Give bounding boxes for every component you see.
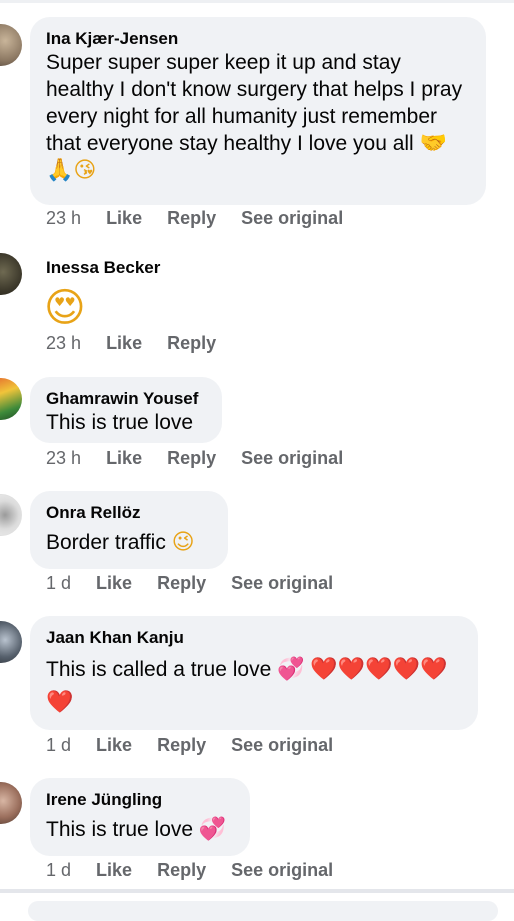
like-button[interactable]: Like [96,860,132,880]
see-original-button[interactable]: See original [231,735,333,755]
comment-bubble: Jaan Khan Kanju This is called a true lo… [30,616,478,730]
comment-author[interactable]: Jaan Khan Kanju [46,627,462,648]
next-comment-bubble [28,901,498,921]
comment-text: This is called a true love 💞 ❤️❤️❤️❤️❤️ [46,657,448,682]
comment-time: 1 d [46,735,72,755]
avatar[interactable] [0,782,22,824]
see-original-button[interactable]: See original [231,860,333,880]
comment-author[interactable]: Ghamrawin Yousef [46,388,206,409]
like-button[interactable]: Like [96,573,132,593]
like-button[interactable]: Like [106,208,142,228]
avatar[interactable] [0,24,22,66]
smiling-face-heart-eyes-emoji: 😍 [44,285,86,331]
reply-button[interactable]: Reply [167,333,216,353]
winking-face-emoji: 😉 [171,530,195,555]
top-divider [0,0,514,3]
reply-button[interactable]: Reply [167,448,216,468]
like-button[interactable]: Like [96,735,132,755]
comment-author[interactable]: Ina Kjær-Jensen [46,28,470,49]
like-button[interactable]: Like [106,448,142,468]
comment-bubble: Irene Jüngling This is true love 💞 [30,778,250,856]
reply-button[interactable]: Reply [157,573,206,593]
comment-actions: 1 d Like Reply See original [46,573,353,594]
comment-author[interactable]: Inessa Becker [46,257,160,278]
comment-bubble: Ghamrawin Yousef This is true love [30,377,222,443]
comment-time: 23 h [46,448,82,468]
avatar[interactable] [0,253,22,295]
comment-time: 1 d [46,573,72,593]
comment-text: Super super super keep it up and stay he… [46,51,463,183]
comment-time: 23 h [46,208,82,228]
see-original-button[interactable]: See original [241,448,343,468]
comment-author[interactable]: Irene Jüngling [46,789,234,810]
comment-time: 23 h [46,333,82,353]
see-original-button[interactable]: See original [231,573,333,593]
comment-author[interactable]: Onra Rellöz [46,502,212,523]
red-hearts-emoji: ❤️❤️❤️❤️❤️ [310,657,448,682]
comment-time: 1 d [46,860,72,880]
comment-actions: 23 h Like Reply [46,333,236,354]
reply-button[interactable]: Reply [167,208,216,228]
avatar[interactable] [0,494,22,536]
comment-text: This is true love 💞 [46,817,227,842]
like-button[interactable]: Like [106,333,142,353]
comment-actions: 23 h Like Reply See original [46,208,363,229]
reply-button[interactable]: Reply [157,860,206,880]
bottom-divider [0,889,514,893]
comment-actions: 1 d Like Reply See original [46,735,353,756]
avatar[interactable] [0,378,22,420]
comment-actions: 23 h Like Reply See original [46,448,363,469]
comment-text-line2: ❤️ [46,689,462,716]
see-original-button[interactable]: See original [241,208,343,228]
two-hearts-emoji: 💞 [277,657,305,682]
two-hearts-emoji: 💞 [198,817,227,842]
comment-text: This is true love [46,411,194,434]
avatar[interactable] [0,621,22,663]
red-heart-emoji: ❤️ [46,690,74,715]
comment-bubble: Onra Rellöz Border traffic 😉 [30,491,228,569]
comment-actions: 1 d Like Reply See original [46,860,353,881]
reply-button[interactable]: Reply [157,735,206,755]
comment-text: Border traffic 😉 [46,530,195,555]
comment-bubble: Ina Kjær-Jensen Super super super keep i… [30,17,486,205]
